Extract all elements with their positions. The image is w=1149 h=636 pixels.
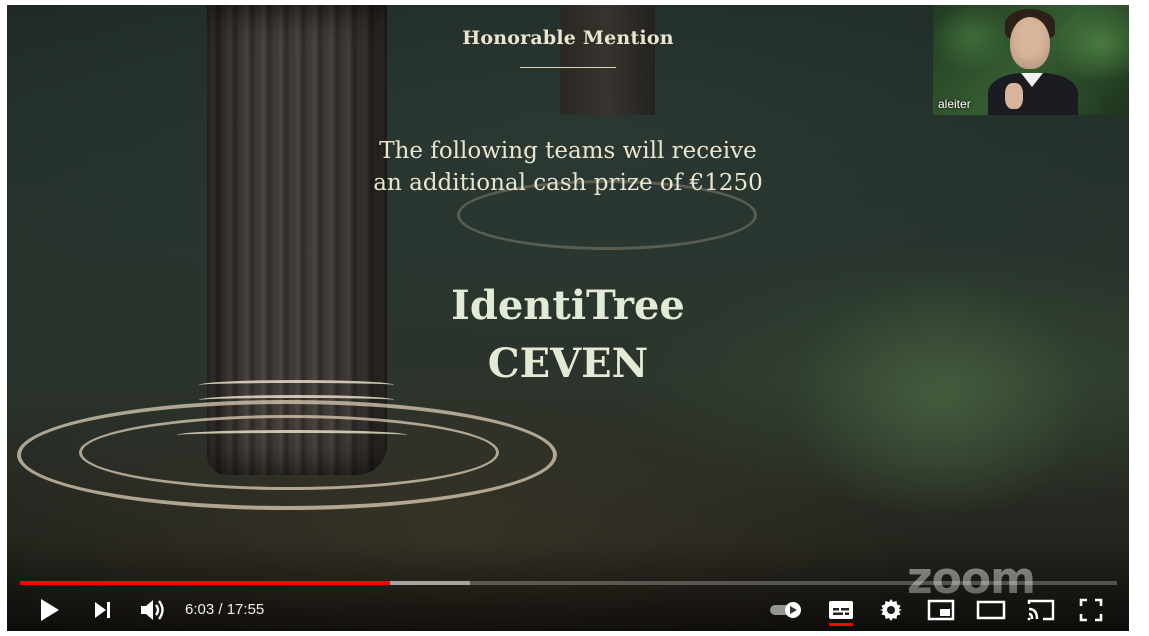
time-display: 6:03 / 17:55 — [185, 601, 264, 618]
miniplayer-button[interactable] — [925, 595, 957, 625]
video-player[interactable]: Honorable Mention The following teams wi… — [7, 5, 1129, 631]
slide-subtitle-line-2: an additional cash prize of €1250 — [373, 170, 763, 196]
theater-mode-button[interactable] — [973, 595, 1009, 625]
controls-gradient — [7, 541, 1129, 631]
background-tree-trunk — [560, 5, 655, 115]
cast-icon — [1027, 599, 1055, 621]
team-name: CEVEN — [487, 340, 649, 387]
autoplay-toggle-icon — [770, 602, 801, 618]
next-button[interactable] — [87, 595, 119, 625]
total-duration: 17:55 — [226, 601, 265, 618]
trunk-band — [199, 395, 394, 405]
next-icon — [95, 602, 110, 618]
volume-icon — [141, 600, 164, 620]
progress-bar[interactable] — [20, 581, 1117, 585]
subtitles-button[interactable] — [825, 595, 857, 625]
subtitles-active-indicator — [829, 623, 853, 626]
time-separator: / — [214, 601, 227, 618]
settings-button[interactable] — [875, 595, 907, 625]
autoplay-toggle[interactable] — [767, 595, 807, 625]
trunk-band — [177, 430, 407, 440]
miniplayer-icon — [927, 599, 955, 621]
theater-mode-icon — [976, 600, 1006, 620]
heading-divider — [520, 67, 616, 68]
current-time: 6:03 — [185, 601, 215, 618]
mute-button[interactable] — [135, 595, 171, 625]
subtitles-icon — [829, 601, 853, 619]
team-name: IdentiTree — [451, 282, 685, 329]
fullscreen-button[interactable] — [1075, 595, 1107, 625]
speaker-webcam-thumbnail: aleiter — [933, 5, 1129, 115]
inner-ground-ring — [79, 415, 499, 490]
slide-subtitle-line-1: The following teams will receive — [379, 138, 757, 164]
fullscreen-icon — [1079, 598, 1103, 622]
cast-button[interactable] — [1023, 595, 1059, 625]
progress-played — [20, 581, 390, 585]
participant-name-label: aleiter — [938, 97, 971, 111]
settings-gear-icon — [880, 599, 902, 621]
play-button[interactable] — [33, 595, 65, 625]
play-icon — [41, 599, 59, 621]
speaker-hand — [1005, 83, 1023, 109]
speaker-face — [1010, 17, 1050, 69]
